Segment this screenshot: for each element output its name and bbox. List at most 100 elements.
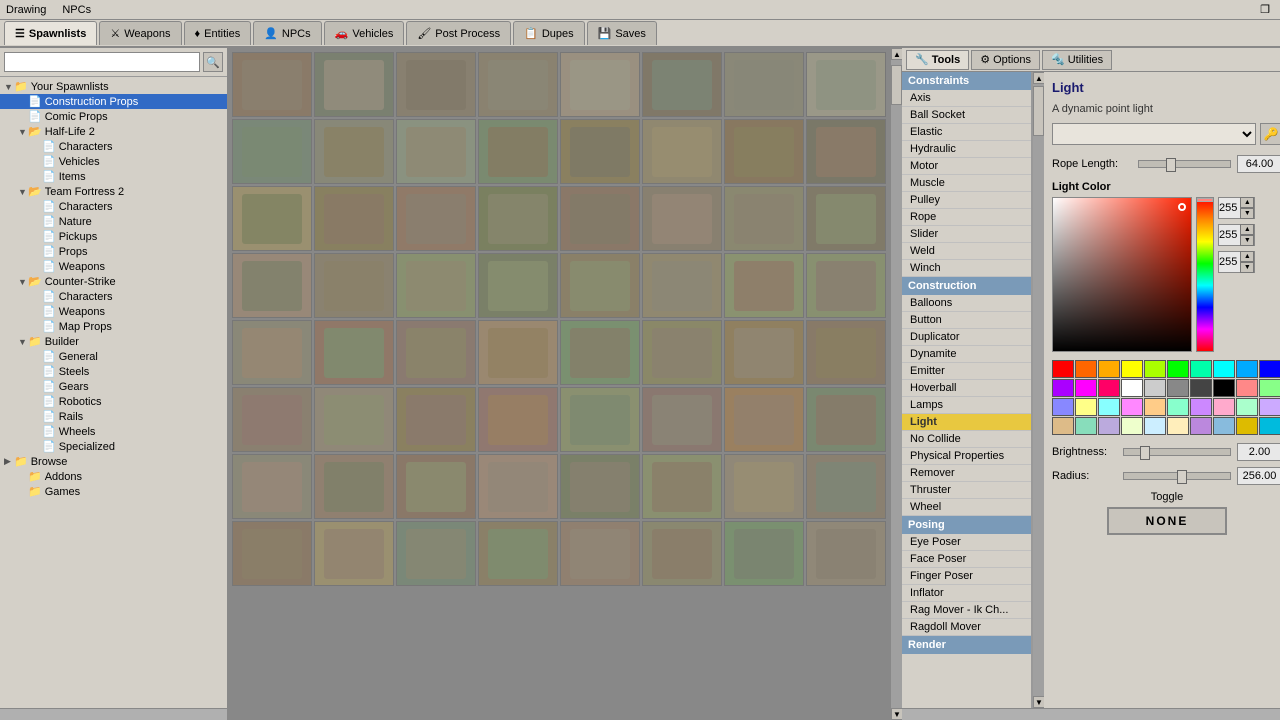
color-preset-15[interactable] <box>1167 379 1189 397</box>
color-preset-0[interactable] <box>1052 360 1074 378</box>
maximize-btn[interactable]: ❐ <box>1260 3 1270 16</box>
color-preset-12[interactable] <box>1098 379 1120 397</box>
search-button[interactable]: 🔍 <box>203 52 223 72</box>
construction-item-light[interactable]: Light <box>902 414 1031 431</box>
color-preset-31[interactable] <box>1075 417 1097 435</box>
spawn-item[interactable] <box>560 387 640 452</box>
construction-item-hoverball[interactable]: Hoverball <box>902 380 1031 397</box>
tab-dupes[interactable]: 📋 Dupes <box>513 21 585 45</box>
constraint-item-muscle[interactable]: Muscle <box>902 175 1031 192</box>
color-preset-28[interactable] <box>1236 398 1258 416</box>
tree-item-tf2-pickups[interactable]: 📄Pickups <box>0 229 227 244</box>
tree-item-tf2-weapons[interactable]: 📄Weapons <box>0 259 227 274</box>
tree-item-cs-map-props[interactable]: 📄Map Props <box>0 319 227 334</box>
tree-item-builder-wheels[interactable]: 📄Wheels <box>0 424 227 439</box>
spawn-item[interactable] <box>724 253 804 318</box>
spawn-item[interactable] <box>478 253 558 318</box>
color-r-up[interactable]: ▲ <box>1240 197 1254 208</box>
spawn-item[interactable] <box>232 52 312 117</box>
rope-length-thumb[interactable] <box>1166 158 1176 172</box>
spawn-item[interactable] <box>396 387 476 452</box>
tab-tools[interactable]: 🔧 Tools <box>906 50 969 70</box>
spawn-item[interactable] <box>314 521 394 586</box>
color-preset-21[interactable] <box>1075 398 1097 416</box>
constraint-item-rope[interactable]: Rope <box>902 209 1031 226</box>
color-preset-2[interactable] <box>1098 360 1120 378</box>
color-preset-27[interactable] <box>1213 398 1235 416</box>
light-type-select[interactable] <box>1052 123 1256 145</box>
color-preset-9[interactable] <box>1259 360 1280 378</box>
color-preset-23[interactable] <box>1121 398 1143 416</box>
spawn-item[interactable] <box>806 52 886 117</box>
scroll-thumb[interactable] <box>891 65 902 105</box>
color-preset-25[interactable] <box>1167 398 1189 416</box>
spawn-item[interactable] <box>396 186 476 251</box>
color-preset-5[interactable] <box>1167 360 1189 378</box>
constraint-item-motor[interactable]: Motor <box>902 158 1031 175</box>
bottom-scroll-h[interactable] <box>0 708 227 720</box>
light-config-btn[interactable]: 🔑 <box>1260 123 1280 145</box>
tree-item-games[interactable]: 📁Games <box>0 484 227 499</box>
tree-item-hl2-characters[interactable]: 📄Characters <box>0 139 227 154</box>
constraint-item-axis[interactable]: Axis <box>902 90 1031 107</box>
tree-item-half-life-2[interactable]: ▼ 📂Half-Life 2 <box>0 124 227 139</box>
color-preset-38[interactable] <box>1236 417 1258 435</box>
tree-item-builder-general[interactable]: 📄General <box>0 349 227 364</box>
toggle-button[interactable]: NONE <box>1107 507 1227 535</box>
spawn-item[interactable] <box>724 186 804 251</box>
tab-spawnlists[interactable]: ☰ Spawnlists <box>4 21 97 45</box>
spawn-item[interactable] <box>232 387 312 452</box>
posing-item-rag-mover---ik-ch...[interactable]: Rag Mover - Ik Ch... <box>902 602 1031 619</box>
spawn-item[interactable] <box>642 52 722 117</box>
color-preset-34[interactable] <box>1144 417 1166 435</box>
construction-item-balloons[interactable]: Balloons <box>902 295 1031 312</box>
color-preset-3[interactable] <box>1121 360 1143 378</box>
tree-item-cs-weapons[interactable]: 📄Weapons <box>0 304 227 319</box>
spawn-item[interactable] <box>560 253 640 318</box>
tree-item-hl2-items[interactable]: 📄Items <box>0 169 227 184</box>
search-input[interactable] <box>4 52 200 72</box>
tree-item-builder-specialized[interactable]: 📄Specialized <box>0 439 227 454</box>
constraint-item-pulley[interactable]: Pulley <box>902 192 1031 209</box>
spawn-item[interactable] <box>232 320 312 385</box>
color-r-down[interactable]: ▼ <box>1240 208 1254 219</box>
color-preset-7[interactable] <box>1213 360 1235 378</box>
spawn-item[interactable] <box>642 320 722 385</box>
spawn-item[interactable] <box>478 387 558 452</box>
brightness-track[interactable] <box>1123 448 1231 456</box>
spawn-item[interactable] <box>806 253 886 318</box>
spawn-item[interactable] <box>560 186 640 251</box>
color-preset-10[interactable] <box>1052 379 1074 397</box>
spawn-item[interactable] <box>396 253 476 318</box>
spawn-item[interactable] <box>724 454 804 519</box>
construction-item-duplicator[interactable]: Duplicator <box>902 329 1031 346</box>
spawn-item[interactable] <box>232 253 312 318</box>
color-hue-bar[interactable] <box>1196 197 1214 352</box>
color-preset-26[interactable] <box>1190 398 1212 416</box>
color-preset-1[interactable] <box>1075 360 1097 378</box>
tab-weapons[interactable]: ⚔ Weapons <box>99 21 181 45</box>
color-preset-24[interactable] <box>1144 398 1166 416</box>
tree-item-tf2-characters[interactable]: 📄Characters <box>0 199 227 214</box>
brightness-thumb[interactable] <box>1140 446 1150 460</box>
tree-item-tf2-props[interactable]: 📄Props <box>0 244 227 259</box>
tree-item-counter-strike[interactable]: ▼ 📂Counter-Strike <box>0 274 227 289</box>
spawn-item[interactable] <box>560 320 640 385</box>
constraint-item-slider[interactable]: Slider <box>902 226 1031 243</box>
menu-drawing[interactable]: Drawing <box>6 4 46 16</box>
color-preset-36[interactable] <box>1190 417 1212 435</box>
spawn-item[interactable] <box>642 119 722 184</box>
spawn-item[interactable] <box>560 52 640 117</box>
spawn-item[interactable] <box>560 454 640 519</box>
tab-options[interactable]: ⚙ Options <box>971 50 1040 70</box>
tree-item-builder-rails[interactable]: 📄Rails <box>0 409 227 424</box>
spawn-item[interactable] <box>560 119 640 184</box>
tree-item-addons[interactable]: 📁Addons <box>0 469 227 484</box>
tab-utilities[interactable]: 🔩 Utilities <box>1042 50 1112 70</box>
spawn-item[interactable] <box>478 119 558 184</box>
color-preset-22[interactable] <box>1098 398 1120 416</box>
tree-item-comic-props[interactable]: 📄Comic Props <box>0 109 227 124</box>
tree-item-tf2-nature[interactable]: 📄Nature <box>0 214 227 229</box>
color-g-up[interactable]: ▲ <box>1240 224 1254 235</box>
posing-item-ragdoll-mover[interactable]: Ragdoll Mover <box>902 619 1031 636</box>
